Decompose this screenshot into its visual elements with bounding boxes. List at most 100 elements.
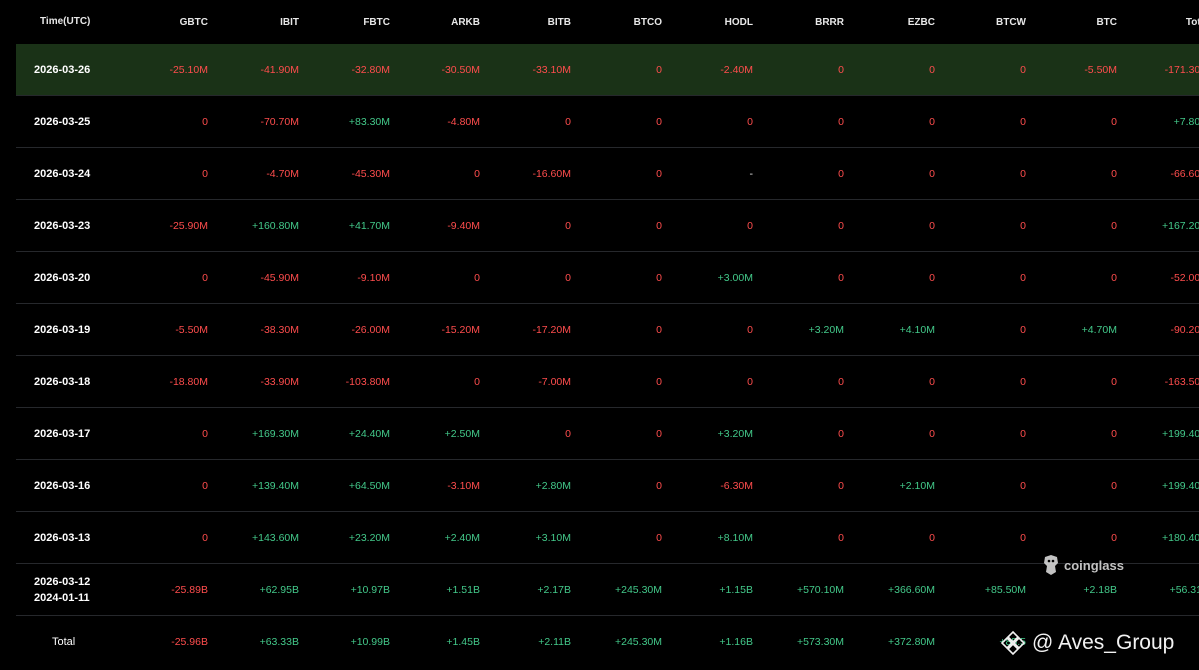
column-header-fbtc[interactable]: FBTC xyxy=(308,17,399,28)
table-row: 2026-03-23 -25.90M +160.80M +41.70M -9.40M 0 0… xyxy=(16,200,1199,252)
flow-cell-ezbc: +2.10M xyxy=(899,479,935,492)
flow-cell-ibit: -38.30M xyxy=(260,323,299,336)
flow-cell-gbtc: -25.89B xyxy=(171,583,208,596)
flow-cell-btc: 0 xyxy=(1111,219,1117,232)
flow-cell-ezbc: 0 xyxy=(929,63,935,76)
flow-cell-hodl: 0 xyxy=(747,115,753,128)
flow-cell-total: -163.50M xyxy=(1164,375,1199,388)
column-header-btc[interactable]: BTC xyxy=(1035,17,1126,28)
flow-cell-bitb: +2.17B xyxy=(537,583,571,596)
flow-cell-bitb: -17.20M xyxy=(532,323,571,336)
flow-cell-bitb: -16.60M xyxy=(532,167,571,180)
flow-cell-gbtc: 0 xyxy=(202,167,208,180)
flow-cell-gbtc: -25.90M xyxy=(169,219,208,232)
table-row: 2026-03-13 0 +143.60M +23.20M +2.40M +3.10M 0 +… xyxy=(16,512,1199,564)
flow-cell-ibit: +62.95B xyxy=(259,583,299,596)
column-header-hodl[interactable]: HODL xyxy=(671,17,762,28)
flow-cell-fbtc: +24.40M xyxy=(348,427,390,440)
row-date: 2026-03-17 xyxy=(16,426,126,442)
flow-cell-ezbc: 0 xyxy=(929,427,935,440)
column-header-btco[interactable]: BTCO xyxy=(580,17,671,28)
flow-cell-btco: 0 xyxy=(656,531,662,544)
column-header-total[interactable]: Total xyxy=(1126,17,1199,28)
table-row: 2026-03-26 -25.10M -41.90M -32.80M -30.50M -3… xyxy=(16,44,1199,96)
column-header-time-utc[interactable]: Time(UTC) xyxy=(16,14,126,30)
row-date: 2026-03-13 xyxy=(16,530,126,546)
flow-cell-brrr: +3.20M xyxy=(808,323,844,336)
flow-cell-btcw: 0 xyxy=(1020,63,1026,76)
flow-cell-bitb: -33.10M xyxy=(532,63,571,76)
flow-cell-total: +167.20M xyxy=(1162,219,1199,232)
flow-cell-fbtc: -26.00M xyxy=(351,323,390,336)
row-date: 2026-03-16 xyxy=(16,478,126,494)
flow-cell-btco: 0 xyxy=(656,167,662,180)
flow-cell-fbtc: +10.97B xyxy=(350,583,390,596)
aves-credit: @ Aves_Group xyxy=(1000,630,1174,656)
column-header-bitb[interactable]: BITB xyxy=(489,17,580,28)
column-header-gbtc[interactable]: GBTC xyxy=(126,17,217,28)
flow-cell-hodl: 0 xyxy=(747,219,753,232)
total-cell-ibit: +63.33B xyxy=(259,636,299,648)
flow-cell-brrr: 0 xyxy=(838,271,844,284)
flow-cell-fbtc: +64.50M xyxy=(348,479,390,492)
column-header-brrr[interactable]: BRRR xyxy=(762,17,853,28)
flow-cell-btcw: +85.50M xyxy=(984,583,1026,596)
flow-cell-brrr: +570.10M xyxy=(797,583,844,596)
flow-cell-brrr: 0 xyxy=(838,479,844,492)
flow-cell-brrr: 0 xyxy=(838,427,844,440)
row-date-value: 2026-03-19 xyxy=(34,323,91,336)
table-row: 2026-03-20 0 -45.90M -9.10M 0 0 0 +3.00M 0 0 0 0 -52… xyxy=(16,252,1199,304)
flow-cell-hodl: +3.00M xyxy=(717,271,753,284)
flow-cell-btco: 0 xyxy=(656,323,662,336)
total-cell-ezbc: +372.80M xyxy=(888,636,935,648)
total-cell-fbtc: +10.99B xyxy=(350,636,390,648)
flow-cell-total: +56.31B xyxy=(1169,583,1199,596)
row-date-value: 2026-03-13 xyxy=(34,531,91,544)
flow-cell-ezbc: +366.60M xyxy=(888,583,935,596)
flow-cell-hodl: +3.20M xyxy=(717,427,753,440)
row-date: 2026-03-25 xyxy=(16,114,126,130)
flow-cell-arkb: +2.40M xyxy=(444,531,480,544)
column-header-ezbc[interactable]: EZBC xyxy=(853,17,944,28)
table-row: 2026-03-24 0 -4.70M -45.30M 0 -16.60M 0 - 0 0 0 0 -6… xyxy=(16,148,1199,200)
total-cell-arkb: +1.45B xyxy=(446,636,480,648)
flow-cell-ibit: -70.70M xyxy=(260,115,299,128)
row-date-value: 2026-03-16 xyxy=(34,479,91,492)
flow-cell-ezbc: 0 xyxy=(929,531,935,544)
flow-cell-gbtc: 0 xyxy=(202,115,208,128)
flow-cell-bitb: -7.00M xyxy=(538,375,571,388)
flow-cell-ezbc: 0 xyxy=(929,375,935,388)
row-date: 2026-03-12 2024-01-11 xyxy=(16,574,126,606)
row-date: 2026-03-20 xyxy=(16,270,126,286)
flow-cell-hodl: 0 xyxy=(747,323,753,336)
total-label: Total xyxy=(52,636,76,648)
flow-cell-arkb: 0 xyxy=(474,167,480,180)
table-header: Time(UTC) GBTC IBIT FBTC ARKB BITB BTCO HODL BRR… xyxy=(16,0,1199,44)
flow-cell-gbtc: -18.80M xyxy=(169,375,208,388)
column-header-ibit[interactable]: IBIT xyxy=(217,17,308,28)
flow-cell-btcw: 0 xyxy=(1020,531,1026,544)
flow-cell-btco: +245.30M xyxy=(615,583,662,596)
flow-cell-btc: +4.70M xyxy=(1081,323,1117,336)
flow-cell-fbtc: -45.30M xyxy=(351,167,390,180)
flow-cell-btco: 0 xyxy=(656,427,662,440)
flow-cell-ibit: +143.60M xyxy=(252,531,299,544)
binance-diamond-icon xyxy=(1000,630,1026,656)
table-row: 2026-03-16 0 +139.40M +64.50M -3.10M +2.80M 0 -… xyxy=(16,460,1199,512)
flow-cell-ezbc: 0 xyxy=(929,271,935,284)
flow-cell-total: +199.40M xyxy=(1162,427,1199,440)
flow-cell-fbtc: -9.10M xyxy=(357,271,390,284)
column-header-arkb[interactable]: ARKB xyxy=(399,17,489,28)
flow-cell-ezbc: 0 xyxy=(929,115,935,128)
flow-cell-gbtc: 0 xyxy=(202,271,208,284)
flow-cell-ibit: +169.30M xyxy=(252,427,299,440)
flow-cell-fbtc: -103.80M xyxy=(345,375,390,388)
flow-cell-btcw: 0 xyxy=(1020,479,1026,492)
flow-cell-gbtc: 0 xyxy=(202,479,208,492)
flow-cell-btco: 0 xyxy=(656,115,662,128)
flow-cell-bitb: +3.10M xyxy=(535,531,571,544)
flow-cell-btc: +2.18B xyxy=(1083,583,1117,596)
flow-cell-arkb: 0 xyxy=(474,271,480,284)
table-row: 2026-03-17 0 +169.30M +24.40M +2.50M 0 0 +3.20M… xyxy=(16,408,1199,460)
column-header-btcw[interactable]: BTCW xyxy=(944,17,1035,28)
